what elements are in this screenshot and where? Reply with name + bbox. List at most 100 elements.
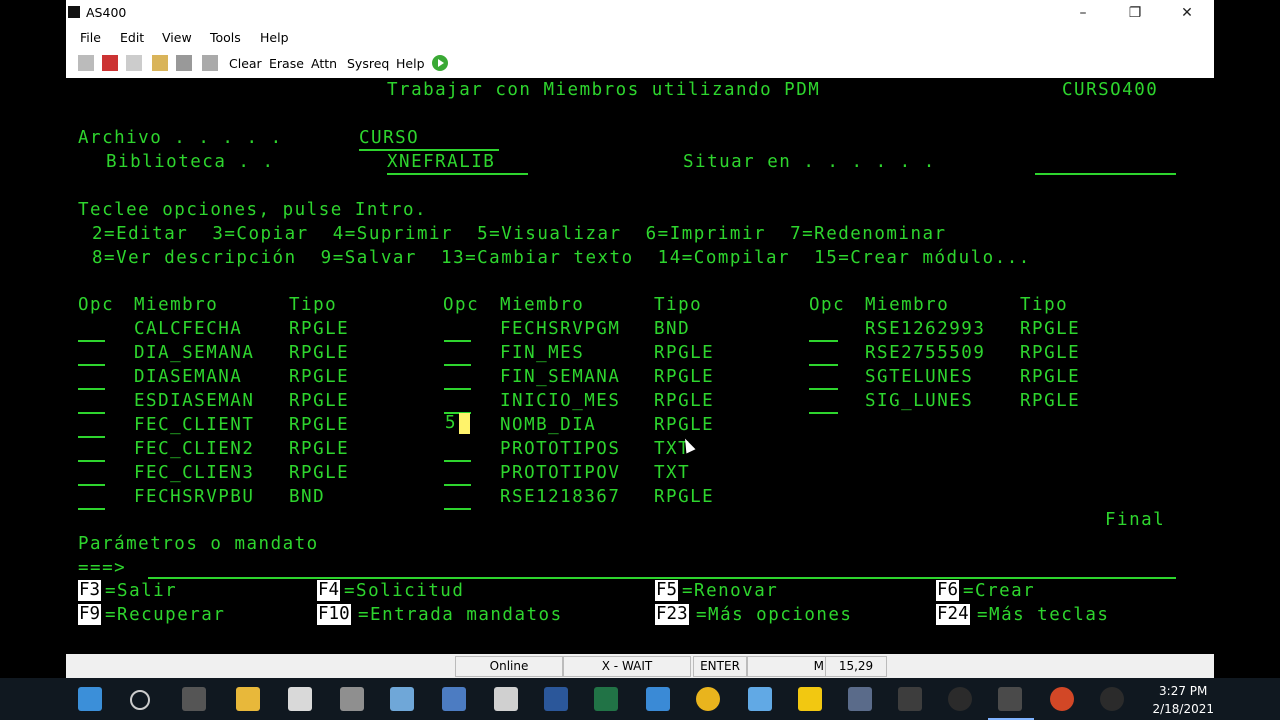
copy-icon[interactable] (126, 55, 142, 71)
opc-input[interactable] (444, 340, 471, 342)
opc-input-active[interactable]: 5 (445, 413, 471, 434)
restore-button[interactable]: ❐ (1112, 2, 1158, 24)
obs-icon-2[interactable] (1100, 687, 1124, 711)
opc-input[interactable] (444, 508, 471, 510)
opc-input[interactable] (809, 340, 838, 342)
task-view-icon[interactable] (182, 687, 206, 711)
help-button[interactable]: Help (396, 56, 425, 71)
member-name: FEC_CLIENT (134, 415, 255, 435)
clear-button[interactable]: Clear (229, 56, 262, 71)
opc-input[interactable] (78, 460, 105, 462)
command-input[interactable] (148, 577, 1176, 579)
member-type: RPGLE (654, 343, 715, 363)
star-icon[interactable] (898, 687, 922, 711)
print-icon[interactable] (176, 55, 192, 71)
opc-input[interactable] (78, 340, 105, 342)
opc-input[interactable] (809, 412, 838, 414)
opc-input[interactable] (809, 364, 838, 366)
member-type: TXT (654, 463, 691, 483)
opc-input[interactable] (78, 364, 105, 366)
member-name: NOMB_DIA (500, 415, 597, 435)
word-icon[interactable] (544, 687, 568, 711)
search-icon[interactable] (130, 690, 150, 710)
f9-key[interactable]: F9 (78, 604, 102, 625)
member-name: RSE1262993 (865, 319, 986, 339)
col3-header-opc: Opc (809, 295, 846, 315)
member-type: RPGLE (654, 391, 715, 411)
print-screen-icon[interactable] (202, 55, 218, 71)
f23-key[interactable]: F23 (655, 604, 689, 625)
settings-icon[interactable] (646, 687, 670, 711)
menu-help[interactable]: Help (260, 30, 289, 45)
f5-key[interactable]: F5 (655, 580, 679, 601)
f4-key[interactable]: F4 (317, 580, 341, 601)
disconnect-icon[interactable] (78, 55, 94, 71)
options-line-1: 2=Editar 3=Copiar 4=Suprimir 5=Visualiza… (92, 224, 947, 244)
store-icon[interactable] (288, 687, 312, 711)
power-bi-icon[interactable] (798, 687, 822, 711)
command-prompt: ===> (78, 558, 127, 578)
tools-icon[interactable] (340, 687, 364, 711)
opc-input[interactable] (78, 484, 105, 486)
opc-input[interactable] (444, 484, 471, 486)
close-button[interactable]: ✕ (1164, 2, 1210, 24)
opc-input[interactable] (444, 460, 471, 462)
run-icon[interactable] (432, 55, 448, 71)
menu-tools[interactable]: Tools (210, 30, 241, 45)
connect-icon[interactable] (102, 55, 118, 71)
member-name: FIN_SEMANA (500, 367, 621, 387)
notepad-icon[interactable] (390, 687, 414, 711)
menu-bar: File Edit View Tools Help (66, 26, 1214, 50)
f6-key[interactable]: F6 (936, 580, 960, 601)
terminal-screen[interactable]: Trabajar con Miembros utilizando PDM CUR… (66, 78, 1214, 654)
f24-label: =Más teclas (977, 605, 1110, 625)
opc-value: 5 (445, 413, 456, 433)
col2-header-tipo: Tipo (654, 295, 703, 315)
status-xwait: X - WAIT (563, 656, 691, 677)
toolbar: Clear Erase Attn Sysreq Help (66, 50, 1214, 79)
file-explorer-icon[interactable] (236, 687, 260, 711)
minimize-button[interactable]: – (1060, 2, 1106, 24)
status-cursor-position: 15,29 (825, 656, 887, 677)
member-type: RPGLE (1020, 319, 1081, 339)
f10-key[interactable]: F10 (317, 604, 351, 625)
f3-key[interactable]: F3 (78, 580, 102, 601)
as400-taskbar-icon[interactable] (998, 687, 1022, 711)
opc-input[interactable] (444, 388, 471, 390)
menu-view[interactable]: View (162, 30, 192, 45)
menu-edit[interactable]: Edit (120, 30, 144, 45)
network-icon[interactable] (442, 687, 466, 711)
f6-label: =Crear (963, 581, 1036, 601)
f24-key[interactable]: F24 (936, 604, 970, 625)
opc-input[interactable] (78, 412, 105, 414)
erase-button[interactable]: Erase (269, 56, 304, 71)
paint-icon[interactable] (494, 687, 518, 711)
archivo-value: CURSO (359, 128, 420, 148)
member-name: ESDIASEMAN (134, 391, 255, 411)
clock-date: 2/18/2021 (1152, 702, 1214, 716)
menu-file[interactable]: File (80, 30, 101, 45)
status-bar: Online X - WAIT ENTER M 15,29 (66, 654, 1214, 678)
status-m: M (747, 656, 827, 677)
terminal-emulator-icon[interactable] (748, 687, 772, 711)
chrome-icon[interactable] (696, 687, 720, 711)
opc-input[interactable] (78, 508, 105, 510)
attn-button[interactable]: Attn (311, 56, 337, 71)
obs-icon[interactable] (948, 687, 972, 711)
situar-input[interactable] (1035, 173, 1176, 175)
member-type: RPGLE (289, 391, 350, 411)
sysreq-button[interactable]: Sysreq (347, 56, 389, 71)
opc-input[interactable] (78, 388, 105, 390)
app-icon-2[interactable] (848, 687, 872, 711)
f10-label: =Entrada mandatos (358, 605, 563, 625)
clock[interactable]: 3:27 PM 2/18/2021 (1152, 682, 1214, 718)
options-line-2: 8=Ver descripción 9=Salvar 13=Cambiar te… (92, 248, 1031, 268)
powerpoint-icon[interactable] (1050, 687, 1074, 711)
opc-input[interactable] (444, 364, 471, 366)
windows-start-icon[interactable] (78, 687, 102, 711)
excel-icon[interactable] (594, 687, 618, 711)
member-type: RPGLE (289, 319, 350, 339)
paste-icon[interactable] (152, 55, 168, 71)
opc-input[interactable] (78, 436, 105, 438)
opc-input[interactable] (809, 388, 838, 390)
